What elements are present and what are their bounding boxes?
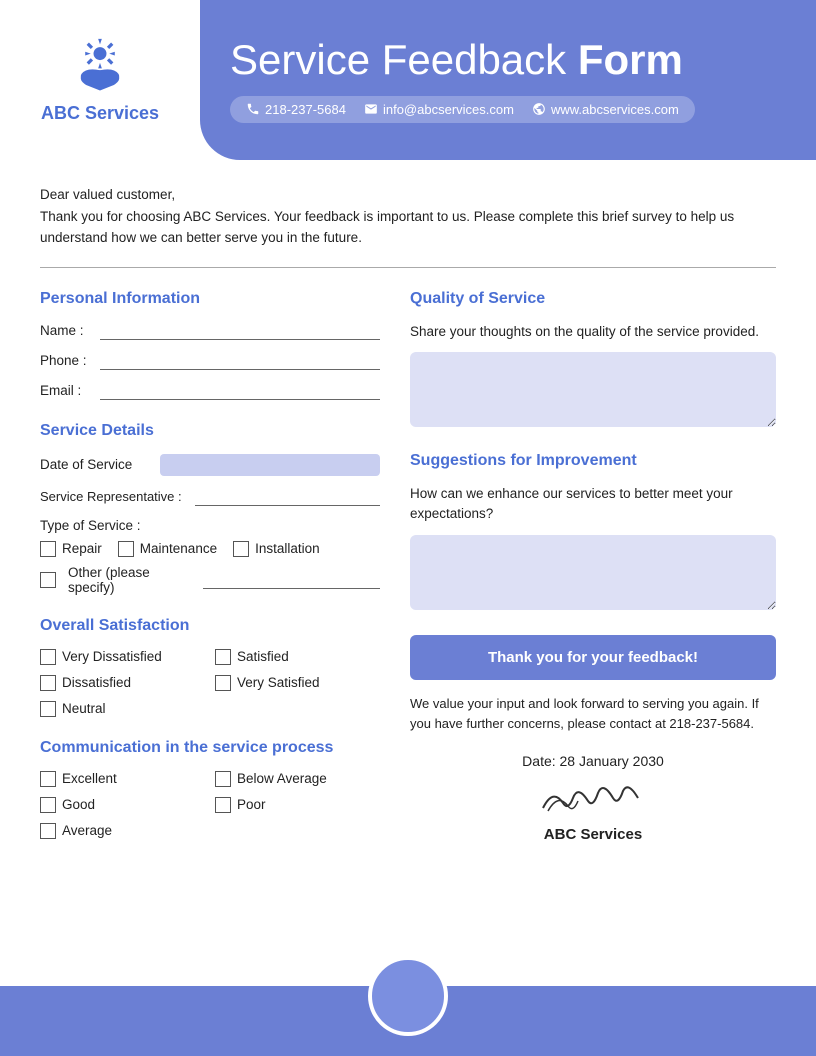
neutral-checkbox[interactable]: Neutral [40, 701, 205, 717]
name-input[interactable] [100, 322, 380, 340]
service-details-title: Service Details [40, 422, 380, 440]
good-checkbox[interactable]: Good [40, 797, 205, 813]
logo-icon [65, 37, 135, 97]
header-right: Service Feedback Form 218-237-5684 info@… [200, 0, 816, 160]
rep-input[interactable] [195, 488, 380, 506]
personal-info-section: Personal Information Name : Phone : Emai… [40, 290, 380, 400]
signature-company: ABC Services [410, 826, 776, 843]
right-column: Quality of Service Share your thoughts o… [410, 290, 776, 843]
installation-checkbox[interactable]: Installation [233, 541, 320, 557]
header: ABC Services Service Feedback Form 218-2… [0, 0, 816, 160]
installation-box[interactable] [233, 541, 249, 557]
repair-checkbox[interactable]: Repair [40, 541, 102, 557]
contact-website: www.abcservices.com [532, 102, 679, 117]
date-label: Date of Service [40, 457, 160, 472]
name-row: Name : [40, 322, 380, 340]
header-contact: 218-237-5684 info@abcservices.com www.ab… [230, 96, 695, 123]
date-row: Date of Service [40, 454, 380, 476]
header-title: Service Feedback Form [230, 37, 786, 83]
thankyou-box: Thank you for your feedback! [410, 635, 776, 680]
main-columns: Personal Information Name : Phone : Emai… [40, 290, 776, 843]
left-column: Personal Information Name : Phone : Emai… [40, 290, 380, 843]
quality-title: Quality of Service [410, 290, 776, 308]
phone-row: Phone : [40, 352, 380, 370]
very-dissatisfied-checkbox[interactable]: Very Dissatisfied [40, 649, 205, 665]
suggestions-textarea[interactable] [410, 535, 776, 610]
below-average-checkbox[interactable]: Below Average [215, 771, 380, 787]
signature-date: Date: 28 January 2030 [410, 753, 776, 769]
excellent-checkbox[interactable]: Excellent [40, 771, 205, 787]
rep-label: Service Representative : [40, 489, 195, 504]
satisfaction-section: Overall Satisfaction Very Dissatisfied S… [40, 617, 380, 717]
body-content: Dear valued customer, Thank you for choo… [0, 160, 816, 863]
email-input[interactable] [100, 382, 380, 400]
poor-checkbox[interactable]: Poor [215, 797, 380, 813]
footer [0, 986, 816, 1056]
logo-section: ABC Services [0, 0, 200, 160]
service-details-section: Service Details Date of Service Service … [40, 422, 380, 595]
email-row: Email : [40, 382, 380, 400]
maintenance-box[interactable] [118, 541, 134, 557]
contact-email: info@abcservices.com [364, 102, 514, 117]
thankyou-text: Thank you for your feedback! [488, 649, 698, 666]
phone-label: Phone : [40, 353, 100, 368]
signature-image [533, 773, 653, 823]
name-label: Name : [40, 323, 100, 338]
contact-phone: 218-237-5684 [246, 102, 346, 117]
satisfied-checkbox[interactable]: Satisfied [215, 649, 380, 665]
type-label: Type of Service : [40, 518, 380, 533]
maintenance-checkbox[interactable]: Maintenance [118, 541, 217, 557]
satisfaction-title: Overall Satisfaction [40, 617, 380, 635]
quality-desc: Share your thoughts on the quality of th… [410, 322, 776, 342]
suggestions-desc: How can we enhance our services to bette… [410, 484, 776, 525]
other-box[interactable] [40, 572, 56, 588]
intro-text: Dear valued customer, Thank you for choo… [40, 184, 776, 249]
footer-circle [368, 956, 448, 1036]
suggestions-section: Suggestions for Improvement How can we e… [410, 452, 776, 613]
very-satisfied-checkbox[interactable]: Very Satisfied [215, 675, 380, 691]
personal-info-title: Personal Information [40, 290, 380, 308]
average-checkbox[interactable]: Average [40, 823, 205, 839]
service-type-row: Repair Maintenance Installation [40, 541, 380, 557]
communication-title: Communication in the service process [40, 739, 380, 757]
suggestions-title: Suggestions for Improvement [410, 452, 776, 470]
rep-row: Service Representative : [40, 488, 380, 506]
divider [40, 267, 776, 268]
satisfaction-grid: Very Dissatisfied Satisfied Dissatisfied… [40, 649, 380, 717]
date-field[interactable] [160, 454, 380, 476]
phone-input[interactable] [100, 352, 380, 370]
email-label: Email : [40, 383, 100, 398]
other-row: Other (please specify) [40, 565, 380, 595]
thankyou-note: We value your input and look forward to … [410, 694, 776, 736]
logo-text: ABC Services [41, 103, 159, 124]
communication-section: Communication in the service process Exc… [40, 739, 380, 839]
signature-area: Date: 28 January 2030 ABC Services [410, 753, 776, 843]
communication-grid: Excellent Below Average Good Poor [40, 771, 380, 839]
quality-section: Quality of Service Share your thoughts o… [410, 290, 776, 430]
repair-box[interactable] [40, 541, 56, 557]
other-input[interactable] [203, 571, 380, 589]
quality-textarea[interactable] [410, 352, 776, 427]
dissatisfied-checkbox[interactable]: Dissatisfied [40, 675, 205, 691]
other-label: Other (please specify) [68, 565, 189, 595]
